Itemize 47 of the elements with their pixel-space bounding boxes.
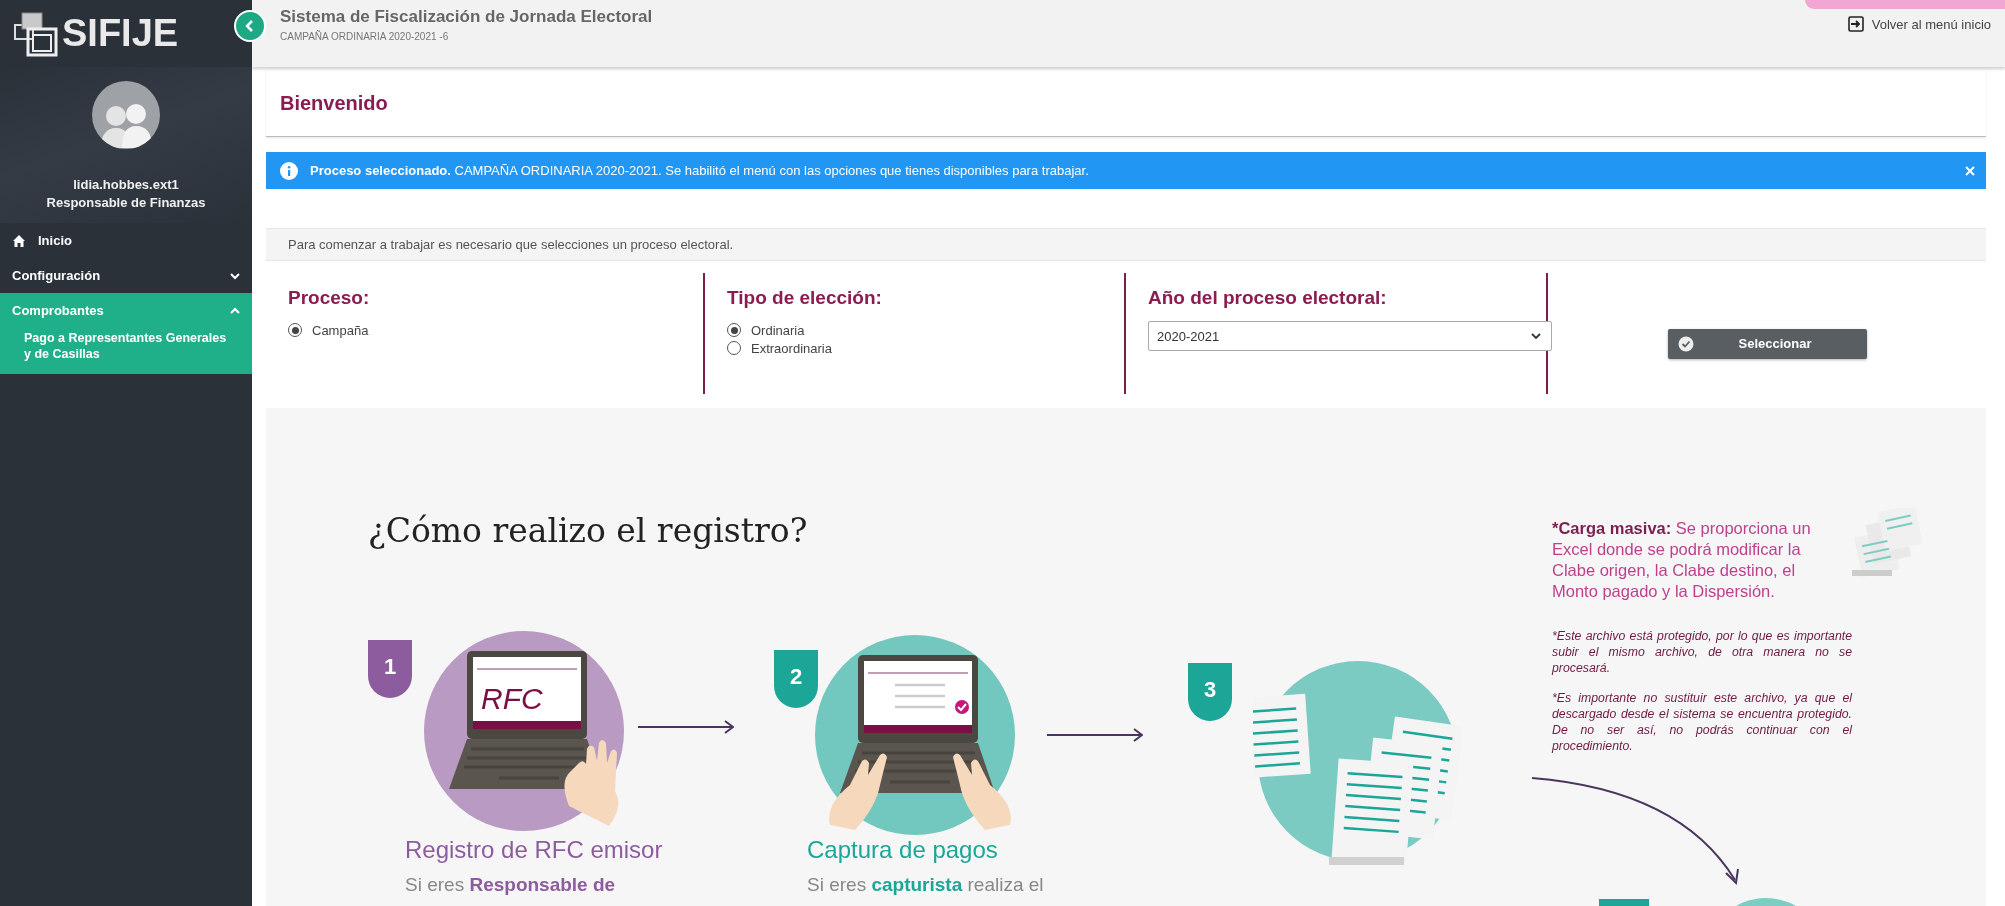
- section-heading: ¿Cómo realizo el registro?: [368, 511, 808, 550]
- back-link-label: Volver al menú inicio: [1871, 16, 1991, 32]
- ballot-box-icon: [12, 10, 58, 57]
- menu-item[interactable]: Configuración: [0, 258, 252, 293]
- radio-button[interactable]: [727, 341, 741, 355]
- welcome-title: Bienvenido: [280, 91, 388, 115]
- info-icon: [280, 161, 298, 180]
- home-icon: [12, 233, 26, 248]
- user-role: Responsable de Finanzas: [46, 195, 206, 210]
- radio-label: Ordinaria: [751, 322, 805, 338]
- step-badge: 3: [1188, 663, 1232, 721]
- radio-label: Extraordinaria: [751, 340, 832, 356]
- radio-button[interactable]: [288, 323, 302, 337]
- exit-icon: [1847, 16, 1864, 32]
- menu-label: Inicio: [38, 233, 72, 248]
- radio-button[interactable]: [727, 323, 741, 337]
- step-description: Si eres Responsable de: [405, 874, 616, 896]
- app-name: SIFIJE: [62, 12, 179, 55]
- bulk-upload-note: *Carga masiva: Se proporciona un Excel donde se podrá modificar la Clabe origen, la Clabe destino, el Monto pagado y la Dispersión.: [1552, 518, 1812, 602]
- menu-item[interactable]: Inicio: [0, 223, 252, 258]
- menu-label: Comprobantes: [12, 303, 104, 318]
- select-button[interactable]: Seleccionar: [1667, 328, 1867, 359]
- menu-label: Configuración: [12, 268, 101, 283]
- step-title: Captura de pagos: [807, 836, 998, 864]
- instruction-text: Para comenzar a trabajar es necesario que selecciones un proceso electoral.: [288, 237, 734, 252]
- step-title: Registro de RFC emisor: [405, 836, 663, 864]
- step-description: Si eres capturista realiza el: [807, 874, 1044, 896]
- field-label: Año del proceso electoral:: [1148, 287, 1388, 309]
- step-badge: 2: [774, 650, 818, 708]
- chevron-up-icon: [230, 305, 240, 316]
- field-label: Tipo de elección:: [727, 287, 883, 309]
- back-link[interactable]: Volver al menú inicio: [1847, 16, 1991, 32]
- page-title: Sistema de Fiscalización de Jornada Electoral: [280, 7, 653, 27]
- user-name: lidia.hobbes.ext1: [73, 177, 179, 192]
- radio-label: Campaña: [312, 322, 369, 338]
- step-badge: 1: [368, 640, 412, 698]
- alert-message: Proceso seleccionado. CAMPAÑA ORDINARIA 2020-2021. Se habilitó el menú con las opciones que tienes disponibles para trabajar.: [310, 163, 1090, 178]
- field-label: Proceso:: [288, 287, 371, 309]
- page-subtitle: CAMPAÑA ORDINARIA 2020-2021 -6: [280, 31, 450, 42]
- close-icon[interactable]: [1964, 164, 1976, 177]
- screen-label: RFC: [481, 682, 543, 715]
- collapse-button[interactable]: [234, 10, 266, 42]
- check-circle-icon: [1677, 335, 1694, 352]
- chevron-down-icon: [1531, 332, 1541, 340]
- warning-note: *Este archivo está protegido, por lo que es importante subir el mismo archivo, de otra manera no se procesará.: [1552, 628, 1852, 676]
- year-dropdown[interactable]: 2020-2021: [1148, 321, 1552, 351]
- warning-note: *Es importante no sustituir este archivo, ya que el descargado desde el sistema se encuentra protegido. De no ser así, no podrás continuar con el procedimiento.: [1552, 690, 1852, 754]
